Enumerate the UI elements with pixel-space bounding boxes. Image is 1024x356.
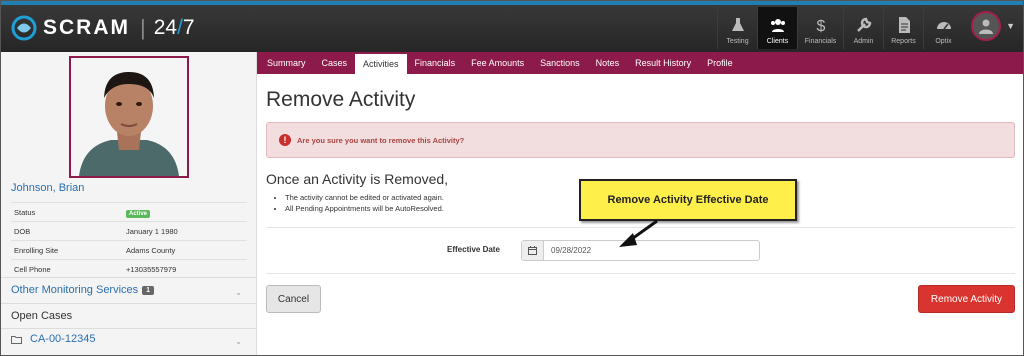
main-nav: Testing Clients $ Financials Admin Repor… (717, 7, 963, 49)
logo-247: 24/7 (154, 16, 195, 40)
app-window: SCRAM | 24/7 Testing Clients $ Financial… (0, 0, 1024, 356)
flask-icon (731, 18, 744, 31)
table-row: Enrolling Site Adams County (11, 240, 247, 260)
tab-financials[interactable]: Financials (407, 52, 464, 74)
enrolling-site-value: Adams County (123, 240, 247, 260)
wrench-icon (856, 17, 871, 32)
client-photo (69, 56, 189, 178)
annotation-callout: Remove Activity Effective Date (579, 179, 797, 221)
nav-testing[interactable]: Testing (717, 7, 757, 49)
chevron-down-icon[interactable]: ⌄ (235, 337, 242, 346)
table-row: Status Active (11, 202, 247, 222)
exclamation-icon: ! (279, 134, 291, 146)
nav-admin[interactable]: Admin (843, 7, 883, 49)
user-menu[interactable]: ▼ (971, 11, 1015, 41)
dob-value: January 1 1980 (123, 221, 247, 241)
dollar-icon: $ (816, 18, 825, 34)
tab-notes[interactable]: Notes (588, 52, 628, 74)
status-label: Status (11, 202, 123, 222)
nav-optix-label: Optix (935, 38, 952, 45)
tab-fee-amounts[interactable]: Fee Amounts (463, 52, 532, 74)
cell-phone-label: Cell Phone (11, 259, 123, 279)
other-monitoring-count: 1 (142, 285, 155, 295)
calendar-icon[interactable] (522, 241, 544, 260)
folder-icon (11, 335, 22, 344)
logo-24: 24 (153, 16, 178, 39)
other-monitoring-services[interactable]: Other Monitoring Services 1 (11, 284, 155, 296)
other-monitoring-label: Other Monitoring Services (11, 284, 139, 296)
nav-clients[interactable]: Clients (757, 7, 797, 49)
nav-financials[interactable]: $ Financials (797, 7, 843, 49)
client-name-link[interactable]: Johnson, Brian (11, 182, 84, 194)
sidebar-divider (1, 303, 257, 304)
document-icon (898, 17, 910, 33)
app-logo[interactable]: SCRAM | 24/7 (11, 13, 195, 43)
nav-reports[interactable]: Reports (883, 7, 923, 49)
status-value-cell: Active (123, 202, 247, 222)
user-icon (979, 19, 994, 34)
form-divider (266, 273, 1015, 274)
nav-reports-label: Reports (891, 38, 916, 45)
cell-phone-value: +13035557979 (123, 259, 247, 279)
tab-summary[interactable]: Summary (259, 52, 314, 74)
nav-optix[interactable]: Optix (923, 7, 963, 49)
dob-label: DOB (11, 221, 123, 241)
sidebar-divider (1, 328, 257, 329)
client-sidebar: Johnson, Brian Status Active DOB January… (1, 52, 257, 355)
page-title: Remove Activity (266, 88, 416, 111)
caret-down-icon: ▼ (1006, 21, 1015, 31)
client-info-table: Status Active DOB January 1 1980 Enrolli… (11, 202, 247, 279)
table-row: Cell Phone +13035557979 (11, 259, 247, 279)
table-row: DOB January 1 1980 (11, 221, 247, 241)
section-subheading: Once an Activity is Removed, (266, 171, 449, 187)
status-badge: Active (126, 209, 151, 218)
users-icon (770, 19, 785, 32)
tab-sanctions[interactable]: Sanctions (532, 52, 588, 74)
open-cases-heading: Open Cases (11, 310, 73, 322)
warning-alert: ! Are you sure you want to remove this A… (266, 122, 1015, 158)
scram-logo-icon (11, 15, 37, 41)
client-portrait (71, 58, 187, 176)
case-id-link[interactable]: CA-00-12345 (30, 333, 95, 345)
tab-result-history[interactable]: Result History (627, 52, 699, 74)
chevron-down-icon[interactable]: ⌄ (235, 288, 242, 297)
tab-cases[interactable]: Cases (314, 52, 356, 74)
user-avatar (971, 11, 1002, 41)
client-tabs: Summary Cases Activities Financials Fee … (259, 52, 741, 74)
consequence-list: The activity cannot be edited or activat… (277, 192, 444, 214)
list-item: The activity cannot be edited or activat… (285, 192, 444, 203)
tab-activities[interactable]: Activities (355, 54, 407, 74)
case-item[interactable]: CA-00-12345 (11, 333, 95, 345)
top-navbar: SCRAM | 24/7 Testing Clients $ Financial… (1, 1, 1023, 52)
svg-text:$: $ (816, 18, 825, 34)
top-accent-stripe (1, 1, 1023, 5)
logo-7: 7 (182, 16, 195, 39)
alert-text: Are you sure you want to remove this Act… (297, 135, 465, 145)
nav-clients-label: Clients (766, 38, 789, 45)
logo-separator: | (140, 15, 146, 40)
effective-date-field[interactable]: 09/28/2022 (521, 240, 760, 261)
cancel-button[interactable]: Cancel (266, 285, 321, 313)
list-item: All Pending Appointments will be AutoRes… (285, 203, 444, 214)
nav-financials-label: Financials (804, 38, 837, 45)
effective-date-label: Effective Date (447, 245, 500, 254)
gauge-icon (936, 22, 951, 30)
enrolling-site-label: Enrolling Site (11, 240, 123, 260)
form-divider (266, 227, 1015, 228)
remove-activity-button[interactable]: Remove Activity (918, 285, 1015, 313)
nav-admin-label: Admin (853, 38, 874, 45)
effective-date-value[interactable]: 09/28/2022 (544, 241, 591, 260)
tab-profile[interactable]: Profile (699, 52, 741, 74)
sidebar-divider (1, 277, 257, 278)
nav-testing-label: Testing (726, 38, 749, 45)
logo-text: SCRAM (43, 16, 130, 39)
